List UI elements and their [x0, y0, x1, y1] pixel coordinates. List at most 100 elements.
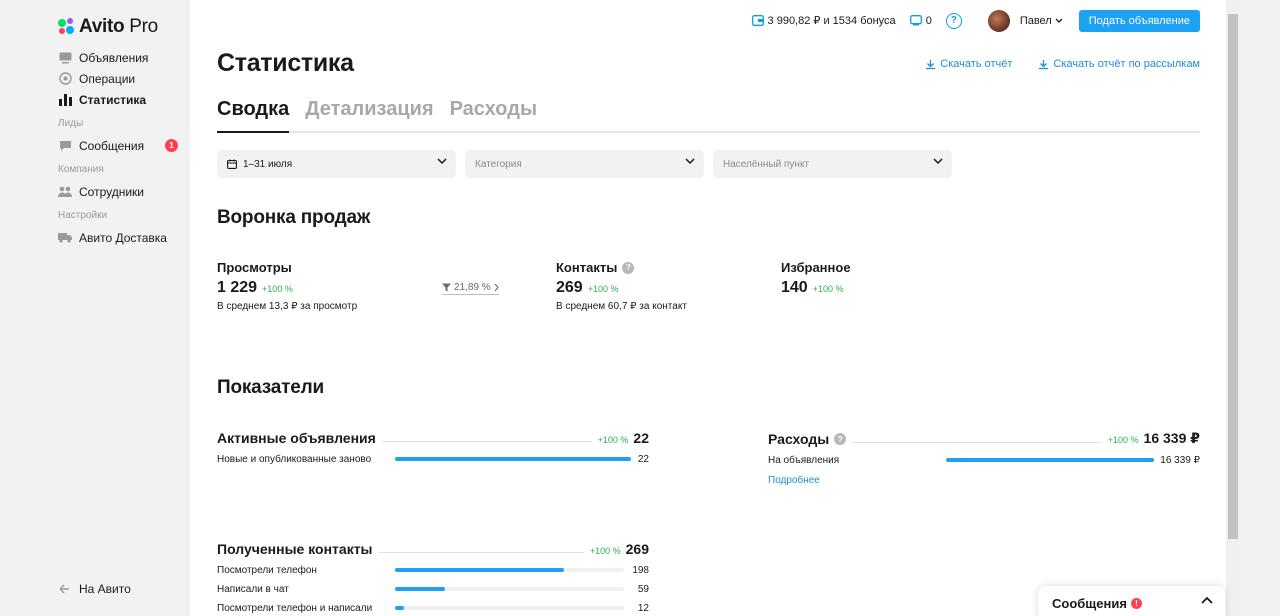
progress-fill [395, 587, 446, 591]
sidebar-item-delivery[interactable]: Авито Доставка [58, 227, 182, 248]
notifications[interactable]: 0 [909, 14, 932, 27]
download-mailing-report-link[interactable]: Скачать отчёт по рассылкам [1038, 58, 1200, 70]
wallet-text: 3 990,82 ₽ и 1534 бонуса [767, 15, 896, 27]
progress-bar [395, 606, 624, 610]
metric-row: Посмотрели телефон и написали 12 [217, 602, 649, 614]
row-value: 16 339 ₽ [1160, 454, 1200, 466]
wallet-balance[interactable]: 3 990,82 ₽ и 1534 бонуса [751, 14, 896, 27]
chevron-down-icon [933, 158, 943, 165]
question-icon[interactable]: ? [834, 433, 847, 445]
scroll-thumb[interactable] [1228, 14, 1238, 539]
sidebar-item-label: Статистика [79, 92, 147, 107]
chevron-down-icon [1055, 18, 1063, 24]
metric-expenses: Расходы ? +100 % 16 339 ₽ На объявления … [768, 430, 1200, 486]
progress-bar [395, 587, 624, 591]
user-name: Павел [1019, 14, 1052, 27]
category-select[interactable]: Категория [465, 150, 704, 178]
funnel-icon [442, 283, 451, 292]
progress-bar [395, 457, 631, 461]
sidebar-nav: Объявления Операции Статистика Лиды Сооб… [58, 47, 182, 248]
scrollbar[interactable] [1226, 0, 1240, 616]
back-link-label: На Авито [79, 582, 131, 596]
sidebar-item-operations[interactable]: Операции [58, 68, 182, 89]
active-listings-total: 22 [633, 430, 649, 446]
metric-row: Новые и опубликованные заново 22 [217, 453, 649, 465]
sidebar-item-label: Операции [79, 71, 136, 86]
row-label: Посмотрели телефон и написали [217, 602, 373, 614]
contacts-metric-title: Полученные контакты [217, 541, 373, 557]
expenses-title: Расходы [768, 431, 830, 447]
filters: 1–31 июля Категория Населённый пункт [217, 150, 961, 178]
sidebar-item-employees[interactable]: Сотрудники [58, 181, 182, 202]
contacts-metric-total: 269 [625, 541, 649, 557]
progress-fill [395, 457, 631, 461]
people-icon [58, 185, 72, 199]
stats-icon [58, 93, 72, 107]
views-label: Просмотры [217, 260, 292, 275]
back-to-avito-link[interactable]: На Авито [58, 582, 131, 596]
expenses-more-link[interactable]: Подробнее [768, 475, 1200, 486]
favorites-label: Избранное [781, 260, 851, 275]
page-title: Статистика [217, 49, 354, 77]
location-select[interactable]: Населённый пункт [713, 150, 952, 178]
avatar [987, 9, 1010, 32]
row-label: Посмотрели телефон [217, 564, 317, 576]
notifications-count: 0 [925, 14, 932, 27]
post-ad-button[interactable]: Подать объявление [1078, 9, 1200, 32]
metric-row: На объявления 16 339 ₽ [768, 454, 1200, 466]
chevron-down-icon [685, 158, 695, 165]
messages-widget-label: Сообщения [1052, 595, 1127, 611]
messages-widget[interactable]: Сообщения ! [1038, 586, 1225, 616]
sidebar-item-label: Авито Доставка [79, 230, 167, 245]
progress-fill [395, 568, 565, 572]
expenses-change: +100 % [1107, 435, 1139, 445]
sidebar-item-messages[interactable]: Сообщения 1 [58, 135, 182, 156]
row-label: Новые и опубликованные заново [217, 453, 372, 465]
wallet-icon [751, 15, 764, 26]
funnel-title: Воронка продаж [217, 207, 371, 228]
sidebar-section-company: Компания [58, 164, 104, 175]
row-value: 12 [637, 602, 649, 614]
stats-tabs: Сводка Детализация Расходы [217, 96, 1200, 133]
download-links: Скачать отчёт Скачать отчёт по рассылкам [899, 58, 1200, 70]
metric-active-listings: Активные объявления +100 % 22 Новые и оп… [217, 430, 649, 465]
chat-icon [58, 139, 72, 153]
row-value: 59 [637, 583, 649, 595]
row-label: На объявления [768, 454, 840, 466]
calendar-icon [227, 159, 237, 169]
sidebar-item-statistics[interactable]: Статистика [58, 89, 182, 110]
contacts-value: 269 [556, 279, 583, 296]
tab-summary[interactable]: Сводка [217, 96, 290, 133]
contacts-sub: В среднем 60,7 ₽ за контакт [556, 301, 687, 312]
views-change: +100 % [262, 284, 293, 294]
sidebar: Avito Pro Объявления Операции Статистика… [0, 0, 190, 616]
sidebar-item-label: Объявления [79, 50, 149, 65]
tab-expenses[interactable]: Расходы [450, 96, 537, 133]
funnel-views: Просмотры 1 229 +100 % В среднем 13,3 ₽ … [217, 260, 357, 312]
conversion-rate[interactable]: 21,89 % [442, 282, 499, 295]
expenses-total: 16 339 ₽ [1143, 430, 1200, 446]
period-select[interactable]: 1–31 июля [217, 150, 456, 178]
sidebar-item-label: Сотрудники [79, 184, 144, 199]
tab-details[interactable]: Детализация [305, 96, 433, 133]
truck-icon [58, 231, 72, 245]
avito-logo-icon [58, 18, 76, 36]
metric-row: Написали в чат 59 [217, 583, 649, 595]
user-menu[interactable]: Павел [987, 9, 1063, 32]
sidebar-item-listings[interactable]: Объявления [58, 47, 182, 68]
help-icon[interactable]: ? [945, 12, 962, 29]
question-icon[interactable]: ? [622, 261, 635, 274]
brand-name: Avito [79, 16, 125, 37]
avito-pro-logo[interactable]: Avito Pro [58, 16, 158, 38]
contacts-metric-change: +100 % [589, 546, 621, 556]
download-report-link[interactable]: Скачать отчёт [925, 58, 1012, 70]
views-sub: В среднем 13,3 ₽ за просмотр [217, 301, 358, 312]
row-label: Написали в чат [217, 583, 289, 595]
tariff-icon [909, 15, 922, 26]
active-listings-change: +100 % [597, 435, 629, 445]
funnel-favorites: Избранное 140 +100 % [781, 260, 851, 297]
progress-fill [946, 458, 1154, 462]
progress-bar [395, 568, 624, 572]
messages-badge: 1 [165, 139, 178, 152]
metric-received-contacts: Полученные контакты +100 % 269 Посмотрел… [217, 541, 649, 614]
